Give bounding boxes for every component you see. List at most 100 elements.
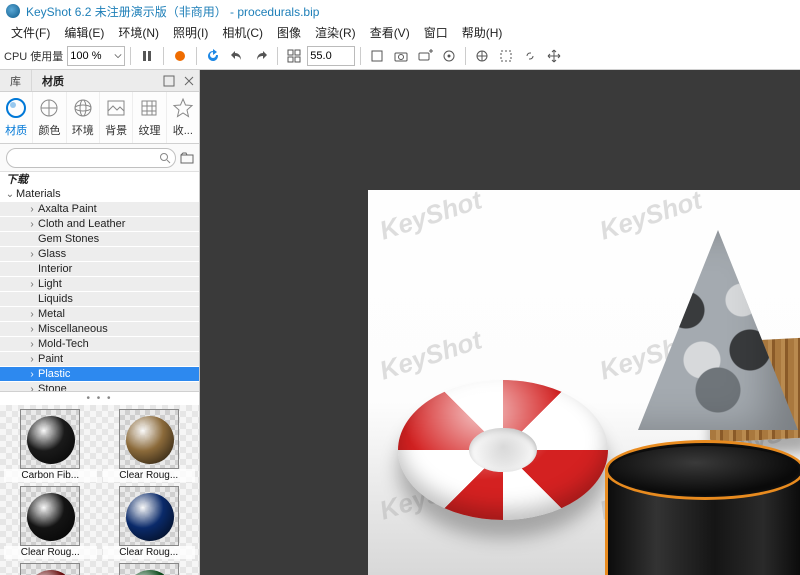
grid-toggle-button[interactable]	[283, 45, 305, 67]
panel-header: 库 材质	[0, 70, 199, 92]
camera-button[interactable]	[390, 45, 412, 67]
menu-view[interactable]: 查看(V)	[363, 22, 417, 43]
chevron-right-icon: ›	[26, 219, 38, 230]
render-viewport[interactable]: KeyShot KeyShot KeyShot KeyShot KeyShot …	[200, 70, 800, 575]
cpu-usage-select[interactable]	[67, 46, 125, 66]
chevron-right-icon: ›	[26, 384, 38, 393]
tree-item-paint[interactable]: ›Paint	[0, 352, 199, 367]
globe-icon	[72, 97, 94, 119]
menu-help[interactable]: 帮助(H)	[455, 22, 510, 43]
tree-item-plastic[interactable]: ›Plastic	[0, 367, 199, 382]
tree-item-label: Interior	[38, 263, 72, 275]
undo-button[interactable]	[226, 45, 248, 67]
menu-lighting[interactable]: 照明(I)	[166, 22, 215, 43]
tree-item-label: Miscellaneous	[38, 323, 108, 335]
tree-item-label: Plastic	[38, 368, 70, 380]
material-thumb[interactable]	[103, 563, 196, 575]
add-camera-button[interactable]	[414, 45, 436, 67]
tab-environment[interactable]: 环境	[67, 92, 100, 143]
tree-item-miscellaneous[interactable]: ›Miscellaneous	[0, 322, 199, 337]
tab-material[interactable]: 材质	[0, 92, 33, 143]
thumb-label: Clear Roug...	[103, 546, 196, 559]
menu-environment[interactable]: 环境(N)	[111, 22, 166, 43]
material-thumb[interactable]: Clear Roug...	[103, 409, 196, 482]
material-thumbnails[interactable]: Carbon Fib...Clear Roug...Clear Roug...C…	[0, 405, 199, 575]
material-thumb[interactable]: Clear Roug...	[4, 486, 97, 559]
tree-item-light[interactable]: ›Light	[0, 277, 199, 292]
tree-item-label: Axalta Paint	[38, 203, 97, 215]
menu-edit[interactable]: 编辑(E)	[57, 22, 111, 43]
fov-value[interactable]	[310, 50, 352, 62]
image-icon	[105, 97, 127, 119]
tree-item-liquids[interactable]: Liquids	[0, 292, 199, 307]
rendered-scene: KeyShot KeyShot KeyShot KeyShot KeyShot …	[368, 190, 800, 575]
close-panel-icon[interactable]	[181, 73, 197, 89]
tree-item-cloth-and-leather[interactable]: ›Cloth and Leather	[0, 217, 199, 232]
region-button[interactable]	[495, 45, 517, 67]
library-panel: 库 材质 材质 颜色 环境 背景	[0, 70, 200, 575]
folder-sync-icon[interactable]	[180, 149, 194, 167]
menu-window[interactable]: 窗口	[417, 22, 455, 43]
link-button[interactable]	[519, 45, 541, 67]
tab-favorites[interactable]: 收...	[167, 92, 199, 143]
tree-root-downloads[interactable]: 下载	[0, 172, 199, 187]
tree-item-stone[interactable]: ›Stone	[0, 382, 199, 392]
chevron-right-icon: ›	[26, 309, 38, 320]
cpu-usage-label: CPU 使用量	[4, 48, 63, 64]
app-icon	[6, 4, 20, 18]
lock-camera-button[interactable]	[438, 45, 460, 67]
chevron-right-icon: ›	[26, 204, 38, 215]
menu-file[interactable]: 文件(F)	[4, 22, 57, 43]
material-tree[interactable]: 下载 ⌄ Materials ›Axalta Paint›Cloth and L…	[0, 172, 199, 392]
search-icon	[159, 152, 171, 164]
tree-item-label: Gem Stones	[38, 233, 99, 245]
tab-texture[interactable]: 纹理	[133, 92, 166, 143]
search-input[interactable]	[6, 148, 176, 168]
lifebuoy-torus-object	[398, 380, 608, 520]
tree-item-label: Cloth and Leather	[38, 218, 125, 230]
material-thumb[interactable]: Clear Roug...	[103, 486, 196, 559]
fov-input[interactable]	[307, 46, 355, 66]
tumble-button[interactable]	[471, 45, 493, 67]
cpu-usage-value[interactable]	[70, 50, 114, 62]
title-bar: KeyShot 6.2 未注册演示版（非商用） - procedurals.bi…	[0, 0, 800, 22]
tree-item-axalta-paint[interactable]: ›Axalta Paint	[0, 202, 199, 217]
panel-tabs: 材质 颜色 环境 背景 纹理 收...	[0, 92, 199, 144]
tree-item-label: Paint	[38, 353, 63, 365]
tree-item-interior[interactable]: Interior	[0, 262, 199, 277]
tree-category-materials[interactable]: ⌄ Materials	[0, 187, 199, 202]
render-button[interactable]	[169, 45, 191, 67]
search-row	[0, 144, 199, 172]
tree-item-label: Metal	[38, 308, 65, 320]
tree-item-metal[interactable]: ›Metal	[0, 307, 199, 322]
tree-item-label: Light	[38, 278, 62, 290]
chevron-right-icon: ›	[26, 324, 38, 335]
chevron-down-icon: ⌄	[4, 189, 16, 200]
material-thumb[interactable]	[4, 563, 97, 575]
material-header[interactable]: 材质	[32, 73, 74, 89]
redo-button[interactable]	[250, 45, 272, 67]
refresh-button[interactable]	[202, 45, 224, 67]
perspective-button[interactable]	[366, 45, 388, 67]
tree-item-glass[interactable]: ›Glass	[0, 247, 199, 262]
move-button[interactable]	[543, 45, 565, 67]
thumbnail-divider: • • •	[0, 392, 199, 405]
pause-button[interactable]	[136, 45, 158, 67]
menu-image[interactable]: 图像	[270, 22, 308, 43]
material-thumb[interactable]: Carbon Fib...	[4, 409, 97, 482]
menu-bar: 文件(F) 编辑(E) 环境(N) 照明(I) 相机(C) 图像 渲染(R) 查…	[0, 22, 800, 42]
library-tab[interactable]: 库	[0, 70, 32, 91]
chevron-right-icon: ›	[26, 249, 38, 260]
tree-item-gem-stones[interactable]: Gem Stones	[0, 232, 199, 247]
window-title: KeyShot 6.2 未注册演示版（非商用） - procedurals.bi…	[26, 3, 319, 20]
color-icon	[38, 97, 60, 119]
chevron-right-icon: ›	[26, 279, 38, 290]
thumb-label: Clear Roug...	[4, 546, 97, 559]
menu-render[interactable]: 渲染(R)	[308, 22, 363, 43]
tree-item-mold-tech[interactable]: ›Mold-Tech	[0, 337, 199, 352]
tree-item-label: Stone	[38, 383, 67, 392]
tab-color[interactable]: 颜色	[33, 92, 66, 143]
menu-camera[interactable]: 相机(C)	[215, 22, 270, 43]
tab-background[interactable]: 背景	[100, 92, 133, 143]
detach-icon[interactable]	[161, 73, 177, 89]
